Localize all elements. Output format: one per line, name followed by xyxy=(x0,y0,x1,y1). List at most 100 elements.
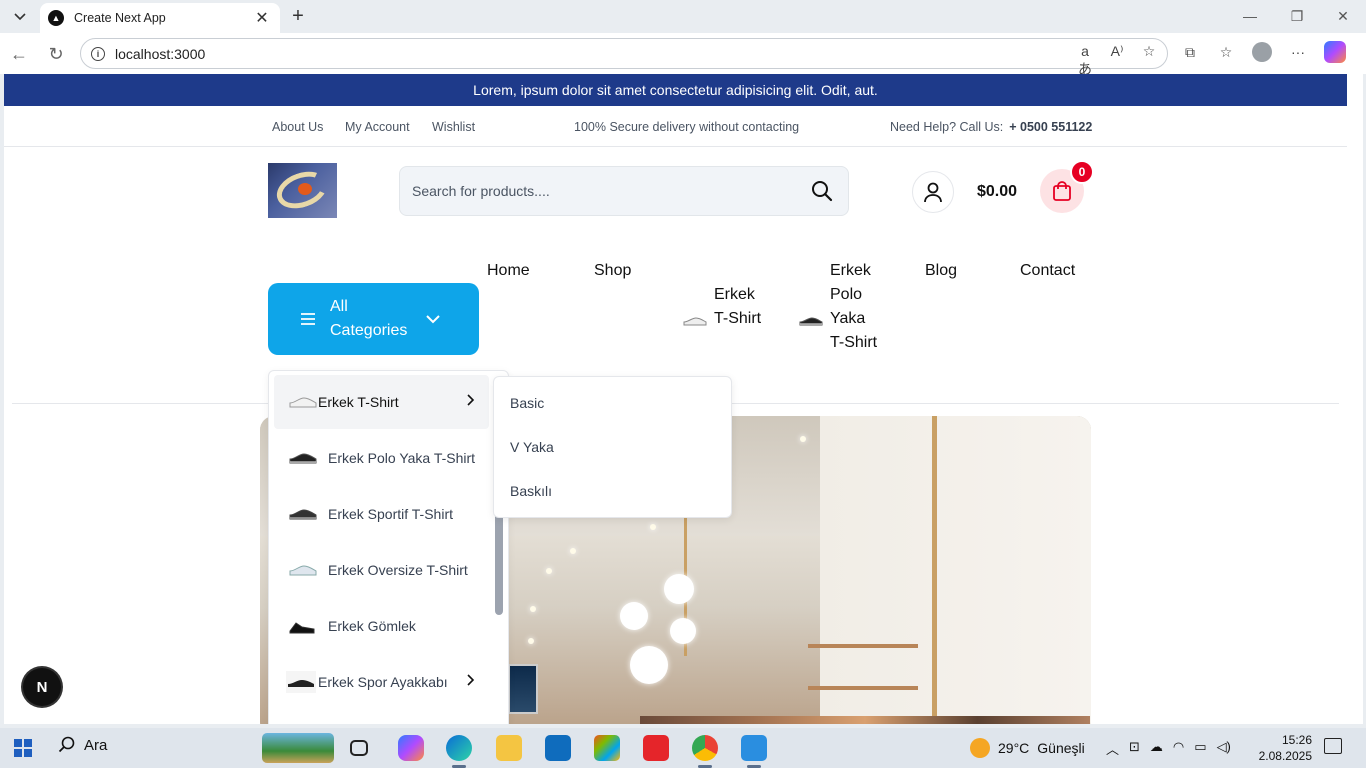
categories-dropdown: Erkek T-Shirt Erkek Polo Yaka T-Shirt Er… xyxy=(268,370,509,724)
category-erkek-sportif[interactable]: Erkek Sportif T-Shirt xyxy=(274,487,489,541)
notifications-icon[interactable] xyxy=(1324,738,1342,754)
chevron-right-icon xyxy=(467,394,475,406)
all-categories-button[interactable]: All Categories xyxy=(268,283,479,355)
restore-icon[interactable]: ❐ xyxy=(1283,4,1311,28)
search-bar xyxy=(399,166,849,216)
category-label: Erkek T-Shirt xyxy=(318,394,399,410)
taskbar-search[interactable]: Ara xyxy=(58,736,107,754)
nav-home[interactable]: Home xyxy=(487,259,530,283)
more-menu-icon[interactable]: ··· xyxy=(1288,44,1308,60)
back-icon[interactable]: ← xyxy=(6,41,32,67)
help-phone: + 0500 551122 xyxy=(1009,120,1093,134)
category-erkek-polo[interactable]: Erkek Polo Yaka T-Shirt xyxy=(274,431,489,485)
weather-desc: Güneşli xyxy=(1037,740,1085,756)
help-text: Need Help? Call Us: + 0500 551122 xyxy=(890,120,1092,134)
erkek-tshirt-shoe-icon xyxy=(682,306,708,332)
wishlist-link[interactable]: Wishlist xyxy=(432,120,475,134)
weather-temp: 29°C xyxy=(998,740,1030,756)
sport-shoe-icon xyxy=(286,671,316,693)
battery-icon[interactable]: ▭ xyxy=(1194,739,1206,758)
file-explorer-icon[interactable] xyxy=(496,735,522,761)
task-view-icon[interactable] xyxy=(350,740,368,756)
edge-browser-icon[interactable] xyxy=(446,735,472,761)
profile-avatar-icon[interactable] xyxy=(1252,42,1272,62)
microsoft-store-icon[interactable] xyxy=(594,735,620,761)
address-bar[interactable]: i localhost:3000 aあ A⁾ ☆ xyxy=(80,38,1168,77)
light-sneaker-icon xyxy=(289,565,317,576)
meet-now-icon[interactable]: ⊡ xyxy=(1129,739,1140,758)
dress-shoe-icon xyxy=(289,622,315,634)
nextjs-favicon-icon: ▲ xyxy=(48,10,64,26)
taskbar-clock[interactable]: 15:26 2.08.2025 xyxy=(1256,732,1312,764)
browser-tabbar: ▲ Create Next App ✕ + — ❐ ✕ xyxy=(0,0,1366,33)
subcategory-basic[interactable]: Basic xyxy=(510,395,544,411)
shopping-bag-icon xyxy=(1053,181,1071,201)
nav-blog[interactable]: Blog xyxy=(925,259,957,283)
favorites-icon[interactable]: ☆ xyxy=(1216,44,1236,61)
nav-erkek-tshirt[interactable]: Erkek T-Shirt xyxy=(714,283,764,331)
sunny-icon xyxy=(970,738,990,758)
tab-title: Create Next App xyxy=(74,11,166,25)
network-settings-icon[interactable]: ☁ xyxy=(1150,739,1163,758)
close-tab-icon[interactable]: ✕ xyxy=(252,8,272,28)
wifi-icon[interactable]: ◠ xyxy=(1173,739,1184,758)
category-erkek-tshirt[interactable]: Erkek T-Shirt xyxy=(274,375,489,429)
browser-tab[interactable]: ▲ Create Next App ✕ xyxy=(40,3,280,33)
clock-date: 2.08.2025 xyxy=(1258,749,1312,763)
site-logo[interactable] xyxy=(268,163,337,218)
widgets-landscape-icon[interactable] xyxy=(262,733,334,763)
refresh-icon[interactable]: ↻ xyxy=(43,41,69,67)
black-sneaker-icon xyxy=(289,453,317,464)
category-erkek-gomlek[interactable]: Erkek Gömlek xyxy=(274,599,489,653)
category-label: Erkek Oversize T-Shirt xyxy=(328,562,468,578)
extensions-icon[interactable]: ⧉ xyxy=(1180,44,1200,61)
search-icon xyxy=(58,736,75,753)
vscode-icon[interactable] xyxy=(741,735,767,761)
categories-scrollbar[interactable] xyxy=(495,511,503,615)
tab-actions-chevron-icon[interactable] xyxy=(8,6,32,28)
account-button[interactable] xyxy=(912,171,954,213)
wps-office-icon[interactable] xyxy=(643,735,669,761)
search-icon[interactable] xyxy=(808,177,836,205)
search-input[interactable] xyxy=(412,183,808,199)
taskbar: Ara 29°C Güneşli ︿ ⊡ ☁ ◠ ▭ ◁) 15:26 2.08… xyxy=(0,728,1366,768)
outlook-icon[interactable] xyxy=(545,735,571,761)
copilot-app-icon[interactable] xyxy=(398,735,424,761)
menu-icon xyxy=(301,313,315,325)
site-info-icon[interactable]: i xyxy=(91,46,105,61)
new-tab-icon[interactable]: + xyxy=(286,4,310,28)
nextjs-dev-indicator[interactable]: N xyxy=(23,668,61,706)
category-label: Erkek Gömlek xyxy=(328,618,416,634)
category-erkek-spor-ayakkabi[interactable]: Erkek Spor Ayakkabı xyxy=(274,655,489,709)
my-account-link[interactable]: My Account xyxy=(345,120,410,134)
category-label: Erkek Polo Yaka T-Shirt xyxy=(328,450,476,466)
about-us-link[interactable]: About Us xyxy=(272,120,323,134)
category-label: Erkek Spor Ayakkabı xyxy=(318,674,448,690)
volume-icon[interactable]: ◁) xyxy=(1217,739,1231,758)
weather-widget[interactable]: 29°C Güneşli xyxy=(970,738,1085,758)
subcategory-baskili[interactable]: Baskılı xyxy=(510,483,552,499)
top-info-bar: About Us My Account Wishlist 100% Secure… xyxy=(4,106,1347,147)
windows-start-icon[interactable] xyxy=(14,739,32,757)
close-window-icon[interactable]: ✕ xyxy=(1329,4,1357,28)
subcategory-v-yaka[interactable]: V Yaka xyxy=(510,439,554,455)
chevron-down-icon xyxy=(426,314,440,323)
cart-total: $0.00 xyxy=(977,183,1018,200)
copilot-icon[interactable] xyxy=(1324,41,1346,63)
clock-time: 15:26 xyxy=(1281,733,1312,747)
nav-contact[interactable]: Contact xyxy=(1020,259,1075,283)
nav-shop[interactable]: Shop xyxy=(594,259,631,283)
help-label: Need Help? Call Us: xyxy=(890,120,1004,134)
show-hidden-icons-chevron-icon[interactable]: ︿ xyxy=(1106,739,1119,758)
chrome-icon[interactable] xyxy=(692,735,718,761)
nav-erkek-polo[interactable]: Erkek Polo Yaka T-Shirt xyxy=(830,259,880,355)
taskbar-search-label: Ara xyxy=(84,736,108,754)
minimize-icon[interactable]: — xyxy=(1236,4,1264,28)
subcategories-flyout: Basic V Yaka Baskılı xyxy=(493,376,732,518)
dark-sneaker-icon xyxy=(289,509,317,520)
chevron-right-icon xyxy=(467,674,475,686)
category-erkek-oversize[interactable]: Erkek Oversize T-Shirt xyxy=(274,543,489,597)
system-tray: ︿ ⊡ ☁ ◠ ▭ ◁) xyxy=(1106,739,1231,758)
category-label: Erkek Sportif T-Shirt xyxy=(328,506,454,522)
user-icon xyxy=(924,182,942,203)
